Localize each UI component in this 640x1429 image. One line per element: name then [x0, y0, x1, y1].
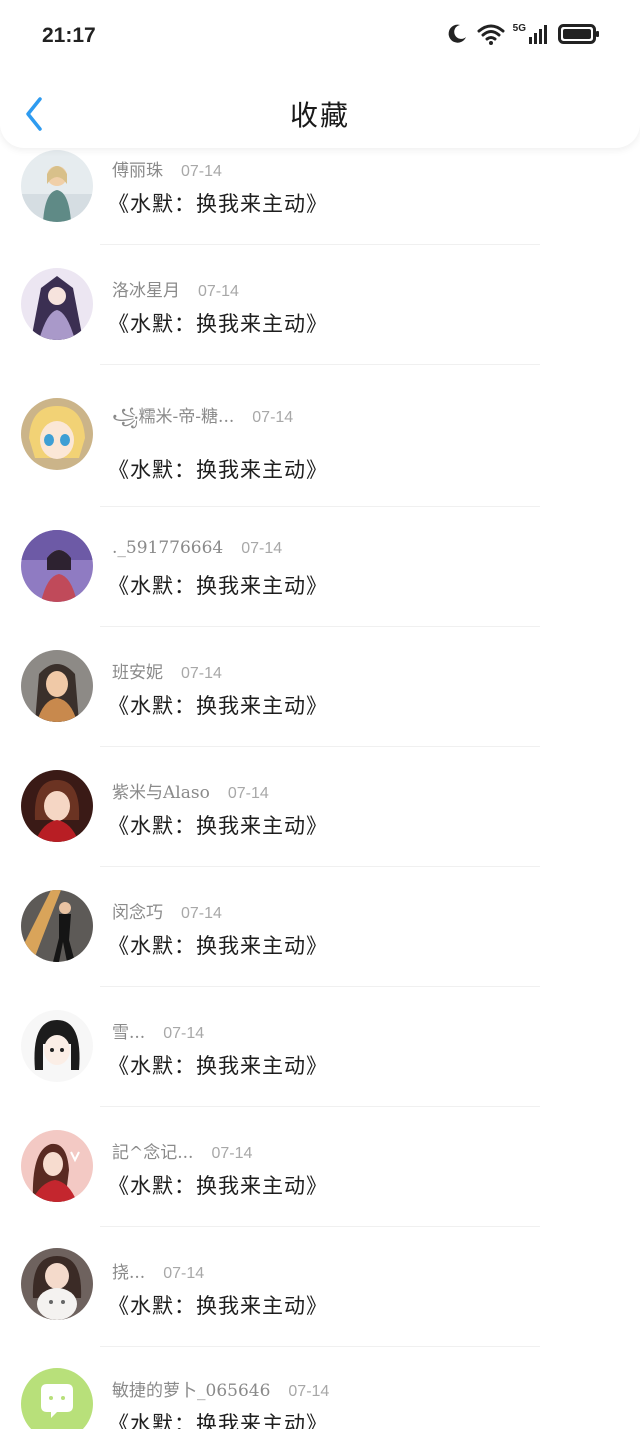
cellular-signal-icon: 5G [513, 23, 550, 45]
favorite-date: 07-14 [227, 785, 269, 802]
story-title[interactable]: 《水默：换我来主动》 [108, 810, 328, 840]
status-time: 21:17 [42, 24, 96, 47]
user-name[interactable]: ._591776664 [112, 538, 223, 558]
list-item[interactable]: ._591776664 07-14 《水默：换我来主动》 [0, 522, 640, 642]
avatar[interactable] [21, 268, 93, 340]
story-title[interactable]: 《水默：换我来主动》 [108, 570, 328, 600]
favorite-date: 07-14 [181, 665, 222, 682]
divider [100, 1226, 540, 1227]
favorite-date: 07-14 [181, 163, 222, 180]
list-item[interactable]: 闵念巧 07-14 《水默：换我来主动》 [0, 882, 640, 1002]
app-header: 21:17 5G 收藏 [0, 0, 640, 148]
avatar[interactable] [21, 890, 93, 962]
user-name[interactable]: 傅丽珠 [112, 156, 163, 181]
status-icons: 5G [445, 22, 600, 46]
favorite-date: 07-14 [252, 409, 294, 426]
story-title[interactable]: 《水默：换我来主动》 [108, 188, 328, 218]
list-item[interactable]: 記^念记... 07-14 《水默：换我来主动》 [0, 1122, 640, 1242]
divider [100, 626, 540, 627]
favorite-date: 07-14 [163, 1025, 205, 1042]
user-name[interactable]: 挠... [112, 1258, 145, 1283]
divider [100, 1106, 540, 1107]
divider [100, 866, 540, 867]
divider [100, 1346, 540, 1347]
list-item[interactable]: 挠... 07-14 《水默：换我来主动》 [0, 1242, 640, 1362]
list-item[interactable]: 紫米与Alaso 07-14 《水默：换我来主动》 [0, 762, 640, 882]
list-item[interactable]: 敏捷的萝卜_065646 07-14 《水默：换我来主动》 [0, 1362, 640, 1429]
user-name[interactable]: 班安妮 [112, 658, 163, 683]
page-title: 收藏 [289, 99, 350, 132]
list-item[interactable]: ꧁糯米-帝-糖... 07-14 《水默：换我来主动》 [0, 390, 640, 510]
divider [100, 506, 540, 507]
avatar[interactable] [21, 150, 93, 222]
favorite-date: 07-14 [211, 1145, 253, 1162]
user-name[interactable]: 洛冰星月 [112, 276, 180, 301]
user-name[interactable]: 闵念巧 [112, 898, 163, 923]
avatar[interactable] [21, 1368, 93, 1429]
list-item[interactable]: 傅丽珠 07-14 《水默：换我来主动》 [0, 140, 640, 260]
divider [100, 364, 540, 365]
avatar[interactable] [21, 770, 93, 842]
story-title[interactable]: 《水默：换我来主动》 [108, 1408, 328, 1429]
favorite-date: 07-14 [163, 1265, 205, 1282]
avatar[interactable] [21, 398, 93, 470]
story-title[interactable]: 《水默：换我来主动》 [108, 1050, 328, 1080]
wifi-icon [477, 24, 505, 45]
avatar[interactable] [21, 530, 93, 602]
avatar[interactable] [21, 1248, 93, 1320]
favorites-list[interactable]: 傅丽珠 07-14 《水默：换我来主动》 洛冰星月 07-14 《水默：换我来主动》… [0, 0, 640, 1429]
favorite-date: 07-14 [198, 283, 239, 300]
avatar[interactable] [21, 1130, 93, 1202]
avatar[interactable] [21, 650, 93, 722]
user-name[interactable]: 記^念记... [112, 1138, 193, 1163]
battery-icon [558, 24, 599, 44]
user-name[interactable]: 紫米与Alaso [112, 778, 210, 803]
favorite-date: 07-14 [241, 540, 283, 557]
story-title[interactable]: 《水默：换我来主动》 [108, 1290, 328, 1320]
favorite-date: 07-14 [288, 1383, 330, 1400]
favorite-date: 07-14 [181, 905, 222, 922]
divider [100, 746, 540, 747]
moon-icon [448, 24, 466, 43]
story-title[interactable]: 《水默：换我来主动》 [108, 454, 328, 484]
list-item[interactable]: 班安妮 07-14 《水默：换我来主动》 [0, 642, 640, 762]
divider [100, 986, 540, 987]
divider [100, 244, 540, 245]
story-title[interactable]: 《水默：换我来主动》 [108, 1170, 328, 1200]
network-type-label: 5G [512, 23, 526, 34]
avatar[interactable] [21, 1010, 93, 1082]
list-item[interactable]: 雪... 07-14 《水默：换我来主动》 [0, 1002, 640, 1122]
user-name[interactable]: 敏捷的萝卜_065646 [112, 1376, 270, 1401]
story-title[interactable]: 《水默：换我来主动》 [108, 690, 328, 720]
user-name[interactable]: ꧁糯米-帝-糖... [112, 402, 234, 438]
list-item[interactable]: 洛冰星月 07-14 《水默：换我来主动》 [0, 260, 640, 380]
story-title[interactable]: 《水默：换我来主动》 [108, 930, 328, 960]
user-name[interactable]: 雪... [112, 1018, 145, 1043]
story-title[interactable]: 《水默：换我来主动》 [108, 308, 328, 338]
